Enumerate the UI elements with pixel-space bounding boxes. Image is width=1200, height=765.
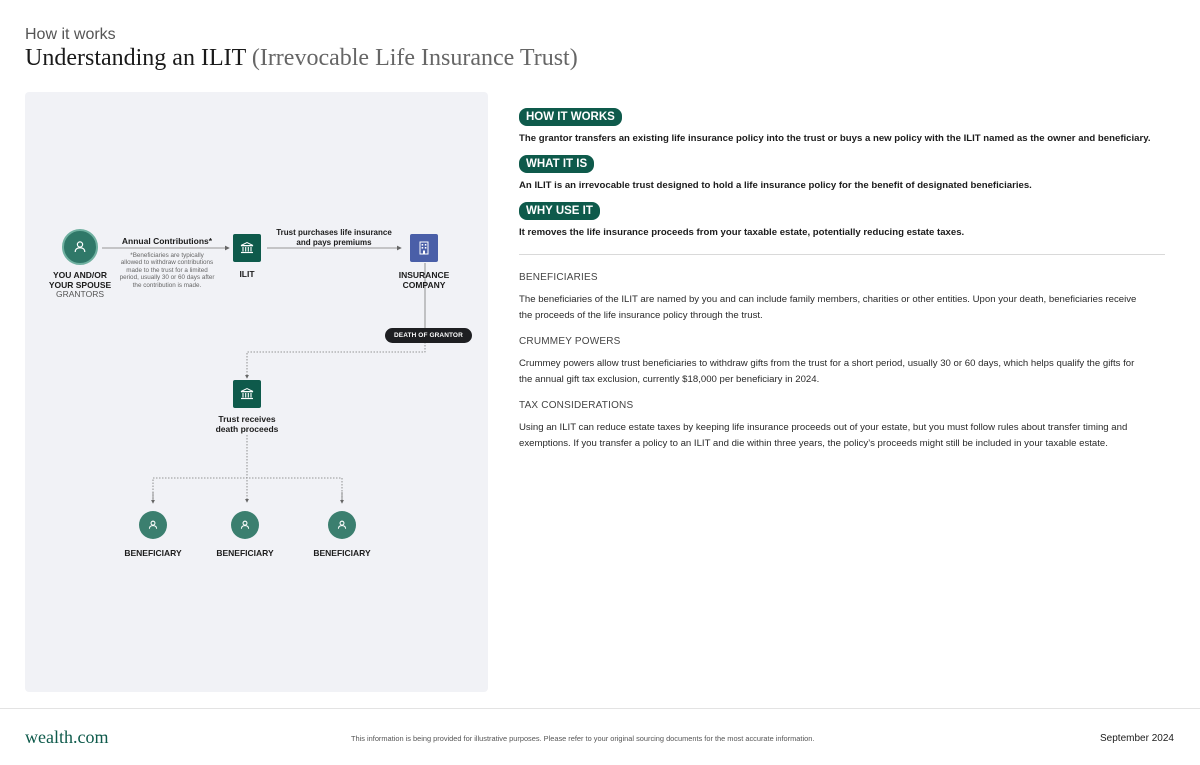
insurer-label-line2: COMPANY	[402, 280, 446, 290]
how-it-works-badge: HOW IT WORKS	[519, 108, 622, 126]
text-line: the annual gift tax exclusion, currently…	[519, 374, 820, 385]
beneficiary-node	[231, 511, 259, 539]
title-subtitle: (Irrevocable Life Insurance Trust)	[251, 45, 578, 71]
note-line: period, usually 30 or 60 days after	[119, 274, 215, 282]
person-icon	[240, 520, 250, 529]
beneficiaries-heading: BENEFICIARIES	[519, 272, 598, 283]
insurance-company-label: INSURANCE COMPANY	[389, 270, 459, 290]
note-line: allowed to withdraw contributions	[120, 259, 214, 267]
contributions-note: *Beneficiaries are typically allowed to …	[109, 252, 225, 289]
building-icon	[419, 241, 429, 255]
insurer-label-line1: INSURANCE	[398, 270, 450, 280]
beneficiary-label: BENEFICIARY	[216, 548, 274, 558]
title-main: Understanding an ILIT	[25, 45, 246, 71]
what-it-is-block: WHAT IT IS An ILIT is an irrevocable tru…	[519, 154, 1169, 191]
why-use-it-block: WHY USE IT It removes the life insurance…	[519, 201, 1169, 238]
tax-section: TAX CONSIDERATIONS Using an ILIT can red…	[519, 400, 1127, 452]
bank-icon	[240, 387, 254, 400]
text-line: Crummey powers allow trust beneficiaries…	[519, 358, 1135, 369]
wealth-logo: wealth.com	[25, 727, 109, 747]
person-icon	[148, 520, 158, 529]
premiums-label-line2: and pays premiums	[296, 238, 372, 247]
ilit-diagram: YOU AND/OR YOUR SPOUSE GRANTORS Annual C…	[25, 92, 488, 692]
premiums-label: Trust purchases life insurance and pays …	[267, 228, 401, 248]
page-eyebrow: How it works	[25, 26, 116, 43]
how-it-works-block: HOW IT WORKS The grantor transfers an ex…	[519, 107, 1169, 144]
crummey-section: CRUMMEY POWERS Crummey powers allow trus…	[519, 336, 1134, 388]
grantor-sublabel: GRANTORS	[55, 289, 105, 299]
ilit-node	[233, 234, 261, 262]
footer-divider	[0, 708, 1200, 709]
proceeds-connector	[245, 342, 426, 379]
receives-label-line1: Trust receives	[218, 414, 276, 424]
text-line: The beneficiaries of the ILIT are named …	[519, 294, 1137, 305]
crummey-heading: CRUMMEY POWERS	[519, 336, 621, 347]
beneficiary-label: BENEFICIARY	[124, 548, 182, 558]
note-line: the contribution is made.	[132, 281, 202, 289]
receives-label-line2: death proceeds	[215, 424, 279, 434]
note-line: *Beneficiaries are typically	[130, 252, 204, 259]
tax-text: Using an ILIT can reduce estate taxes by…	[519, 420, 1127, 452]
ilit-label: ILIT	[239, 269, 255, 279]
beneficiaries-section: BENEFICIARIES The beneficiaries of the I…	[519, 272, 1136, 324]
trust-receives-node	[233, 380, 261, 408]
premiums-label-line1: Trust purchases life insurance	[276, 228, 392, 237]
info-summary: HOW IT WORKS The grantor transfers an ex…	[519, 107, 1169, 238]
distribution-branches	[152, 477, 343, 502]
person-icon	[74, 241, 86, 253]
crummey-text: Crummey powers allow trust beneficiaries…	[519, 356, 1134, 388]
death-of-grantor-pill: DEATH OF GRANTOR	[385, 328, 472, 343]
why-use-it-badge: WHY USE IT	[519, 202, 600, 220]
insurance-company-node	[410, 234, 438, 262]
text-line: Using an ILIT can reduce estate taxes by…	[519, 422, 1128, 433]
why-use-it-text: It removes the life insurance proceeds f…	[519, 227, 965, 238]
what-it-is-text: An ILIT is an irrevocable trust designed…	[519, 180, 1032, 191]
person-icon	[337, 520, 347, 529]
beneficiary-label: BENEFICIARY	[313, 548, 371, 558]
text-line: the proceeds of the life insurance polic…	[519, 310, 763, 321]
beneficiaries-text: The beneficiaries of the ILIT are named …	[519, 292, 1136, 324]
contributions-label: Annual Contributions*	[121, 236, 213, 246]
page-title: Understanding an ILIT (Irrevocable Life …	[25, 45, 578, 72]
footer-date: September 2024	[1100, 733, 1174, 744]
beneficiary-node	[328, 511, 356, 539]
tax-heading: TAX CONSIDERATIONS	[519, 400, 634, 411]
beneficiary-node	[139, 511, 167, 539]
text-line: exemptions. If you transfer a policy to …	[519, 438, 1108, 449]
grantor-node	[62, 229, 98, 265]
section-divider	[519, 254, 1165, 255]
trust-receives-label: Trust receives death proceeds	[197, 414, 297, 434]
what-it-is-badge: WHAT IT IS	[519, 155, 595, 173]
note-line: made to the trust for a limited	[126, 266, 208, 274]
how-it-works-text: The grantor transfers an existing life i…	[519, 133, 1151, 144]
bank-icon	[240, 241, 254, 254]
footer-disclaimer: This information is being provided for i…	[351, 734, 815, 743]
